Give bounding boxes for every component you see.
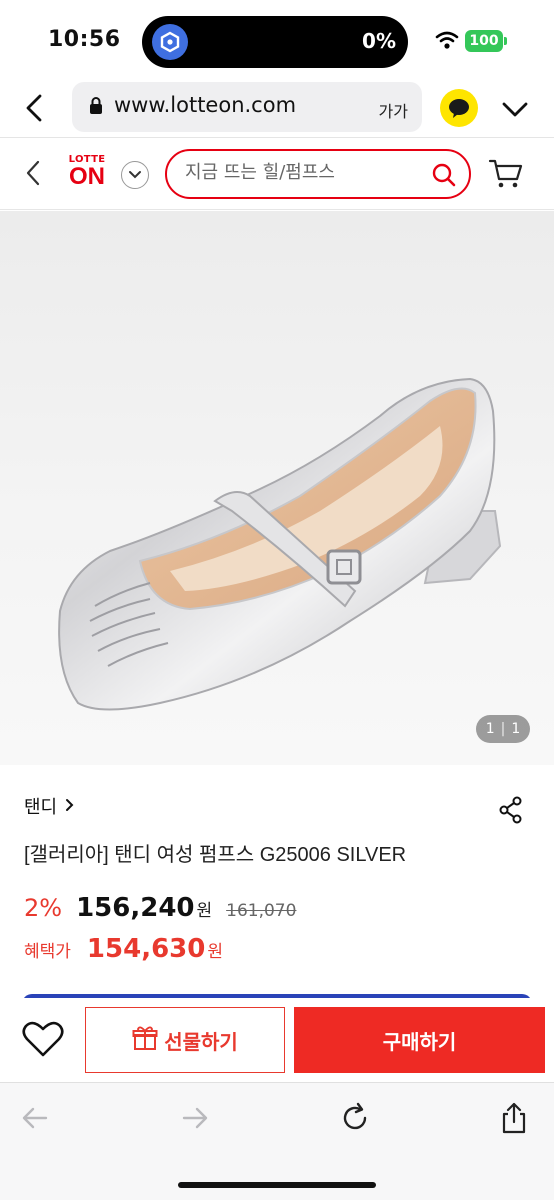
wifi-icon	[435, 30, 459, 54]
gift-button-label: 선물하기	[164, 1029, 238, 1054]
gallery-page-indicator: 1 | 1	[476, 715, 530, 743]
product-title: [갤러리아] 탠디 여성 펌프스 G25006 SILVER	[24, 844, 407, 866]
buy-button[interactable]: 구매하기	[294, 1007, 545, 1073]
status-bar: 10:56 0% 100	[0, 0, 554, 80]
status-time: 10:56	[48, 27, 121, 52]
original-price: 161,070	[226, 901, 297, 921]
back-chevron-icon[interactable]	[20, 158, 48, 188]
gallery-current: 1	[485, 721, 495, 737]
app-activity-icon	[152, 24, 188, 60]
island-percent: 0%	[362, 29, 396, 53]
share-icon[interactable]	[498, 796, 524, 828]
arrow-right-icon[interactable]	[178, 1101, 212, 1135]
logo-main-text: ON	[69, 163, 105, 190]
search-box[interactable]	[165, 149, 471, 199]
chevron-down-icon[interactable]	[121, 161, 149, 189]
share-upload-icon[interactable]	[497, 1101, 531, 1135]
text-size-button[interactable]: 가가	[379, 98, 408, 122]
dynamic-island: 0%	[142, 16, 408, 68]
lotte-on-logo[interactable]: LOTTE ON	[64, 154, 110, 189]
bottom-action-bar: 선물하기 구매하기	[0, 998, 554, 1082]
brand-link[interactable]: 탠디	[24, 793, 75, 819]
url-field[interactable]: www.lotteon.com 가가	[72, 82, 422, 132]
benefit-price-row[interactable]: 혜택가 154,630 원	[24, 934, 223, 964]
discount-rate: 2%	[24, 894, 63, 922]
kakao-talk-icon[interactable]	[440, 89, 478, 127]
sale-price: 156,240	[76, 893, 195, 923]
lock-icon	[88, 96, 104, 120]
battery-indicator: 100	[465, 30, 507, 52]
browser-toolbar	[0, 1082, 554, 1200]
price-currency: 원	[196, 901, 213, 921]
benefit-currency: 원	[207, 942, 223, 962]
url-text: www.lotteon.com	[114, 93, 297, 117]
heart-icon[interactable]	[22, 1020, 64, 1062]
gift-button[interactable]: 선물하기	[85, 1007, 285, 1073]
home-indicator	[178, 1182, 376, 1188]
search-input[interactable]	[185, 162, 425, 183]
gallery-total: 1	[511, 721, 521, 737]
site-header: LOTTE ON	[0, 138, 554, 210]
silver-flat-shoe-image	[58, 377, 502, 711]
search-icon[interactable]	[431, 162, 457, 192]
cart-icon[interactable]	[488, 158, 524, 194]
benefit-price: 154,630	[86, 934, 206, 964]
reload-icon[interactable]	[338, 1101, 372, 1135]
brand-name: 탠디	[24, 797, 58, 818]
back-chevron-icon[interactable]	[18, 90, 54, 126]
gift-icon	[132, 1025, 158, 1056]
benefit-label: 혜택가	[24, 942, 71, 962]
gallery-separator: |	[500, 721, 506, 737]
chevron-down-icon[interactable]	[498, 92, 532, 126]
price-row: 2% 156,240 원 161,070	[24, 893, 296, 923]
product-image[interactable]: 1 | 1	[0, 211, 554, 765]
arrow-left-icon[interactable]	[18, 1101, 52, 1135]
browser-url-bar: www.lotteon.com 가가	[0, 80, 554, 136]
chevron-right-icon	[65, 797, 75, 816]
